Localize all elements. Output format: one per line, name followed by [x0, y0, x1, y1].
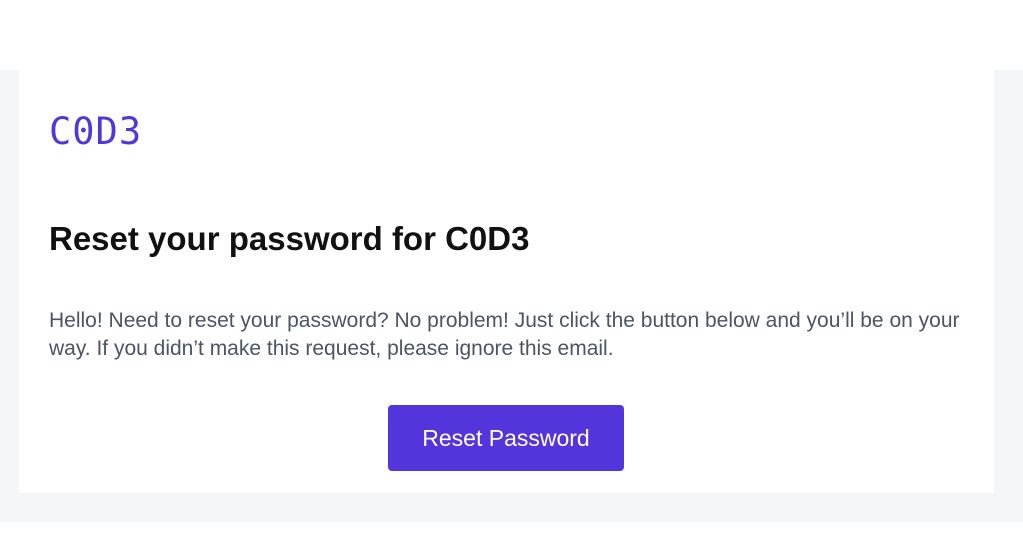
reset-password-button[interactable]: Reset Password	[388, 405, 624, 471]
email-message: Hello! Need to reset your password? No p…	[49, 309, 960, 360]
c0d3-logo: C0D3	[49, 110, 143, 153]
email-background: C0D3 Reset your password for C0D3 Hello!…	[0, 70, 1023, 522]
email-card: C0D3 Reset your password for C0D3 Hello!…	[19, 70, 994, 493]
email-title: Reset your password for C0D3	[49, 220, 530, 257]
